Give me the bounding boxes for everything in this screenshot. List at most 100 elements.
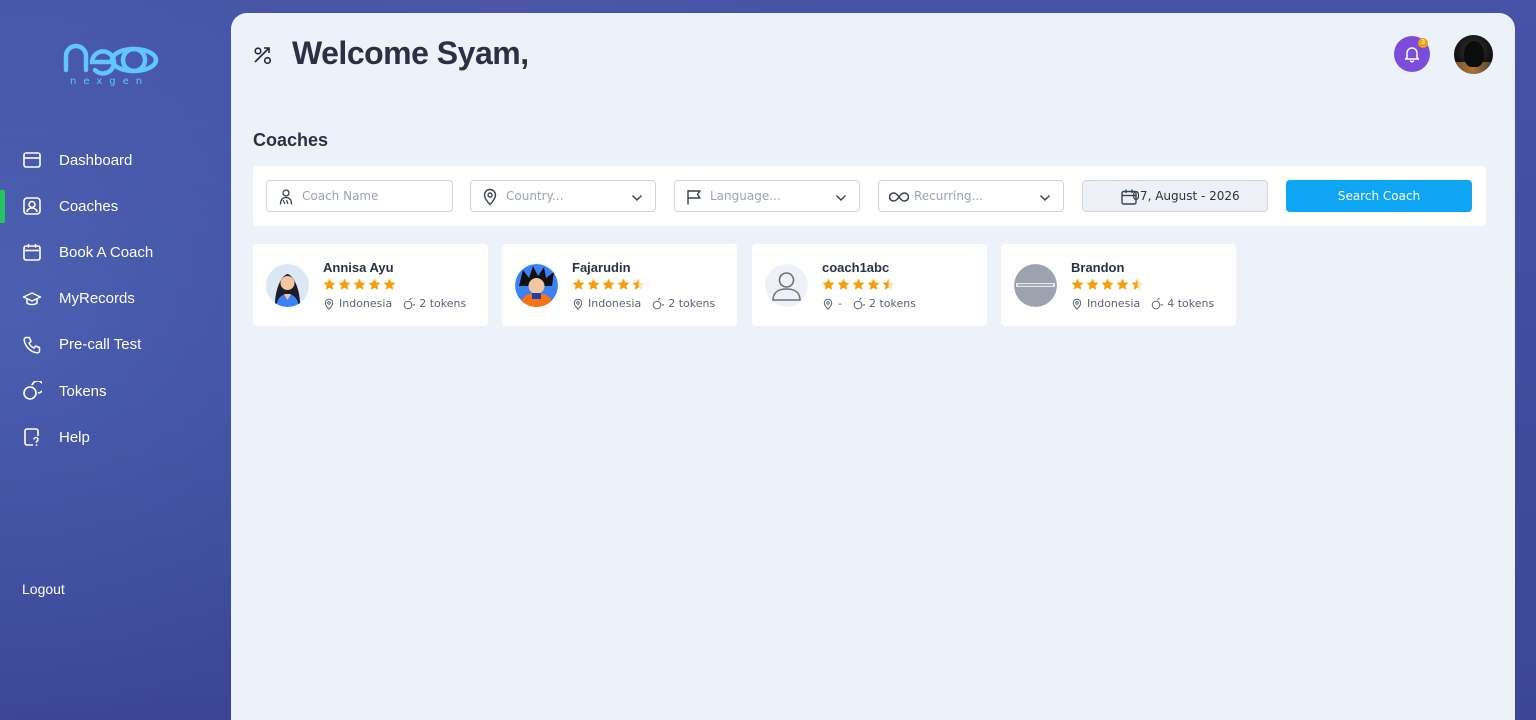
star-icon xyxy=(323,278,336,290)
recurring-select[interactable]: Recurring... xyxy=(878,180,1064,212)
sidebar-item-tokens[interactable]: Tokens xyxy=(0,368,231,414)
location-pin-icon xyxy=(481,188,499,206)
coach-tokens: 2 tokens xyxy=(419,297,467,310)
coach-card[interactable]: Annisa Ayu Indonesia 2 tokens xyxy=(253,244,488,326)
rating-stars xyxy=(1071,278,1144,291)
coach-name-placeholder: Coach Name xyxy=(302,189,379,203)
star-icon xyxy=(617,278,630,290)
rating-stars xyxy=(323,278,396,291)
sidebar-item-help[interactable]: Help xyxy=(0,414,231,460)
sidebar-item-label: Coaches xyxy=(59,197,119,215)
sidebar-item-myrecords[interactable]: MyRecords xyxy=(0,276,231,322)
star-icon xyxy=(822,278,835,290)
tokens-icon xyxy=(403,297,416,309)
woman-avatar xyxy=(266,264,309,307)
sidebar-item-pre-call-test[interactable]: Pre-call Test xyxy=(0,322,231,368)
language-placeholder: Language... xyxy=(710,189,781,203)
sidebar-nav: Dashboard Coaches Book A Coach MyRecords… xyxy=(0,137,231,460)
coach-meta: Indonesia 2 tokens xyxy=(323,297,466,310)
location-pin-icon xyxy=(1072,298,1082,310)
star-icon xyxy=(338,278,351,290)
coach-name: coach1abc xyxy=(822,260,890,275)
notification-badge: 3 xyxy=(1418,38,1428,48)
half-star-icon xyxy=(1131,278,1144,290)
main-panel: Welcome Syam, 3 Coaches Coach Name Count… xyxy=(231,13,1515,720)
coach-country: - xyxy=(838,297,842,310)
date-value: 07, August - 2026 xyxy=(1132,189,1240,203)
sidebar-item-label: Help xyxy=(59,428,90,446)
coach-name: Brandon xyxy=(1071,260,1125,275)
user-avatar[interactable] xyxy=(1454,35,1493,74)
tokens-icon xyxy=(652,297,665,309)
neo-logo-mark xyxy=(63,43,159,76)
dashboard-icon xyxy=(22,150,42,170)
coach-name: Annisa Ayu xyxy=(323,260,394,275)
location-pin-icon xyxy=(573,298,583,310)
notification-button[interactable]: 3 xyxy=(1394,36,1430,72)
location-pin-icon xyxy=(324,298,334,310)
collapse-sidebar-icon[interactable] xyxy=(252,45,274,67)
sidebar-item-label: Book A Coach xyxy=(59,243,154,261)
sidebar-item-label: MyRecords xyxy=(59,290,135,308)
phone-icon xyxy=(22,335,42,355)
star-icon xyxy=(587,278,600,290)
coach-icon xyxy=(22,196,42,216)
calendar-icon xyxy=(22,242,42,262)
infinity-icon xyxy=(888,188,910,206)
page-title: Welcome Syam, xyxy=(292,35,529,71)
chevron-down-icon xyxy=(835,191,847,203)
flag-icon xyxy=(685,188,703,206)
coach-tokens: 2 tokens xyxy=(668,297,716,310)
logout-button[interactable]: Logout xyxy=(22,581,65,597)
star-icon xyxy=(1086,278,1099,290)
star-icon xyxy=(1101,278,1114,290)
sidebar-item-label: Dashboard xyxy=(59,151,133,169)
calendar-icon xyxy=(1120,188,1138,206)
coach-tokens: 4 tokens xyxy=(1167,297,1215,310)
search-coach-button[interactable]: Search Coach xyxy=(1286,180,1472,212)
coach-meta: Indonesia 4 tokens xyxy=(1071,297,1214,310)
sidebar-item-label: Pre-call Test xyxy=(59,336,142,354)
sidebar-item-dashboard[interactable]: Dashboard xyxy=(0,137,231,183)
date-picker[interactable]: 07, August - 2026 xyxy=(1082,180,1268,212)
filter-bar: Coach Name Country... Language... Recurr… xyxy=(253,166,1486,226)
coach-card[interactable]: Fajarudin Indonesia 2 tokens xyxy=(502,244,737,326)
coach-card[interactable]: Brandon Indonesia 4 tokens xyxy=(1001,244,1236,326)
half-star-icon xyxy=(632,278,645,290)
coach-meta: Indonesia 2 tokens xyxy=(572,297,715,310)
tokens-icon xyxy=(1151,297,1164,309)
half-star-icon xyxy=(882,278,895,290)
recurring-placeholder: Recurring... xyxy=(914,189,984,203)
coach-name-input[interactable]: Coach Name xyxy=(266,180,453,212)
grey-avatar xyxy=(1014,264,1057,307)
help-icon xyxy=(22,427,42,447)
rating-stars xyxy=(822,278,895,291)
sidebar-item-book-a-coach[interactable]: Book A Coach xyxy=(0,229,231,275)
star-icon xyxy=(852,278,865,290)
coach-tokens: 2 tokens xyxy=(868,297,916,310)
tokens-icon xyxy=(22,381,42,401)
star-icon xyxy=(1116,278,1129,290)
rating-stars xyxy=(572,278,645,291)
star-icon xyxy=(383,278,396,290)
chevron-down-icon xyxy=(631,191,643,203)
anime-avatar xyxy=(515,264,558,307)
sidebar-item-coaches[interactable]: Coaches xyxy=(0,183,231,229)
country-select[interactable]: Country... xyxy=(470,180,656,212)
sidebar-item-label: Tokens xyxy=(59,382,107,400)
star-icon xyxy=(368,278,381,290)
star-icon xyxy=(353,278,366,290)
logo-subtitle: nexgen xyxy=(70,76,150,87)
placeholder-avatar xyxy=(765,264,808,307)
coach-meta: - 2 tokens xyxy=(822,297,916,310)
coach-country: Indonesia xyxy=(339,297,393,310)
country-placeholder: Country... xyxy=(506,189,564,203)
language-select[interactable]: Language... xyxy=(674,180,860,212)
graduation-cap-icon xyxy=(22,289,42,309)
coach-card[interactable]: coach1abc - 2 tokens xyxy=(752,244,987,326)
star-icon xyxy=(867,278,880,290)
section-title: Coaches xyxy=(253,130,329,150)
star-icon xyxy=(837,278,850,290)
star-icon xyxy=(572,278,585,290)
coach-name: Fajarudin xyxy=(572,260,631,275)
